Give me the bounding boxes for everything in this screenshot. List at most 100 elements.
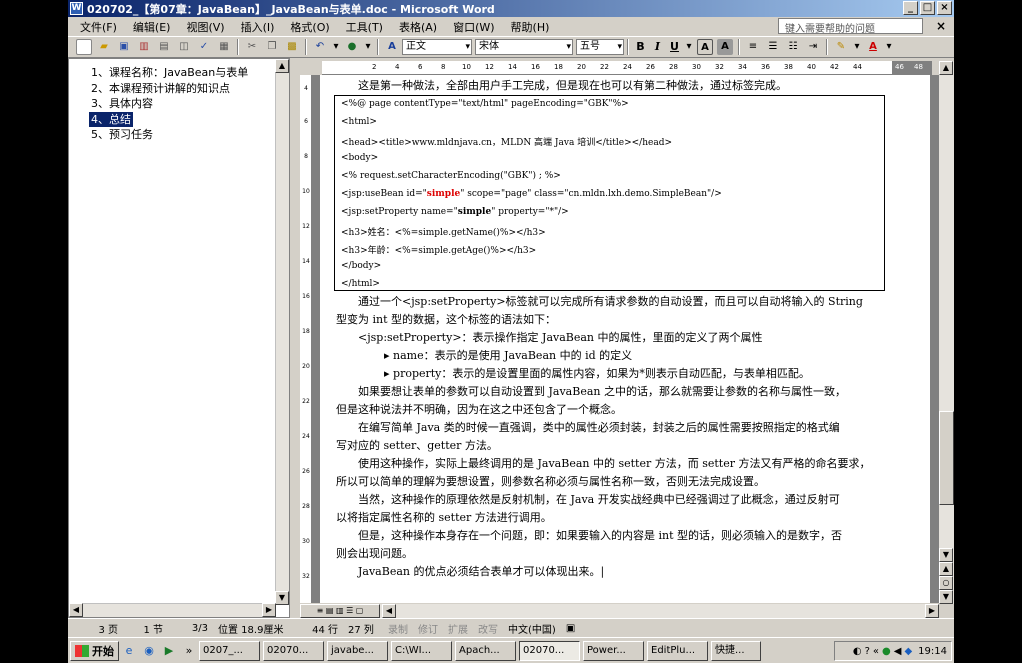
- print-icon[interactable]: ▤: [156, 39, 172, 55]
- vertical-ruler[interactable]: 4 6 8 10 12 14 16 18 20 22 24 26 28 30 3…: [300, 75, 312, 603]
- nav-item-summary[interactable]: 4、总结: [89, 111, 133, 127]
- nav-item-knowledge-points[interactable]: 2、本课程预计讲解的知识点: [89, 82, 230, 95]
- style-select[interactable]: 正文: [402, 39, 472, 55]
- underline-dropdown-icon[interactable]: ▾: [685, 39, 693, 55]
- font-color-dropdown-icon[interactable]: ▾: [885, 39, 893, 55]
- browse-object-icon[interactable]: ○: [939, 576, 953, 590]
- tray-network-icon[interactable]: ◐: [853, 646, 862, 657]
- font-select[interactable]: 宋体: [475, 39, 573, 55]
- menu-table[interactable]: 表格(A): [391, 19, 445, 35]
- task-button[interactable]: Apach...: [455, 640, 516, 661]
- menu-format[interactable]: 格式(O): [282, 19, 337, 35]
- document-page[interactable]: 这是第一种做法，全部由用户手工完成，但是现在也可以有第二种做法，通过标签完成。 …: [320, 75, 930, 603]
- styles-icon[interactable]: A: [384, 39, 400, 55]
- tray-shield-icon[interactable]: ◆: [904, 646, 912, 657]
- start-button[interactable]: 开始: [70, 640, 119, 661]
- scroll-thumb[interactable]: [939, 411, 954, 505]
- status-record[interactable]: 录制: [383, 621, 413, 636]
- font-color-icon[interactable]: A: [865, 39, 881, 55]
- menu-insert[interactable]: 插入(I): [233, 19, 283, 35]
- document-horizontal-scrollbar[interactable]: ≡ ▤ ▥ ☰ ▢ ◀ ▶: [300, 604, 939, 618]
- open-folder-icon[interactable]: ▰: [96, 39, 112, 55]
- word-app-icon[interactable]: W: [70, 2, 83, 15]
- task-button[interactable]: javabe...: [327, 640, 388, 661]
- more-quicklaunch-icon[interactable]: »: [181, 643, 197, 659]
- menu-tools[interactable]: 工具(T): [338, 19, 391, 35]
- copy-icon[interactable]: ❐: [264, 39, 280, 55]
- close-button[interactable]: ×: [937, 1, 952, 15]
- task-button[interactable]: 02070...: [263, 640, 324, 661]
- menu-edit[interactable]: 编辑(E): [125, 19, 179, 35]
- cut-icon[interactable]: ✂: [244, 39, 260, 55]
- tray-help-icon[interactable]: ?: [865, 646, 870, 657]
- undo-dropdown-icon[interactable]: ▾: [332, 39, 340, 55]
- spelling-status-icon[interactable]: ▣: [561, 623, 580, 634]
- indent-icon[interactable]: ⇥: [805, 39, 821, 55]
- menu-file[interactable]: 文件(F): [72, 19, 125, 35]
- scroll-down-icon[interactable]: ▼: [275, 591, 289, 605]
- highlight-icon[interactable]: ✎: [833, 39, 849, 55]
- maximize-button[interactable]: □: [920, 1, 935, 15]
- task-button-active[interactable]: 02070...: [519, 640, 580, 661]
- status-extend[interactable]: 扩展: [443, 621, 473, 636]
- nav-horizontal-scrollbar[interactable]: ◀ ▶: [69, 603, 276, 617]
- nav-item-content[interactable]: 3、具体内容: [89, 97, 153, 110]
- scroll-left-icon[interactable]: ◀: [382, 604, 396, 618]
- nav-item-preview-task[interactable]: 5、预习任务: [89, 128, 153, 141]
- menu-help[interactable]: 帮助(H): [503, 19, 558, 35]
- bold-button[interactable]: B: [633, 39, 648, 55]
- italic-button[interactable]: I: [650, 39, 665, 55]
- hyperlink-icon[interactable]: ●: [344, 39, 360, 55]
- windows-logo-icon: [75, 644, 89, 657]
- status-overtype[interactable]: 改写: [473, 621, 503, 636]
- previous-page-icon[interactable]: ▲: [939, 562, 953, 576]
- task-button[interactable]: C:\WI...: [391, 640, 452, 661]
- scroll-down-icon[interactable]: ▼: [939, 548, 953, 562]
- numbering-icon[interactable]: ☰: [765, 39, 781, 55]
- scroll-left-icon[interactable]: ◀: [69, 603, 83, 617]
- task-button[interactable]: 快捷...: [711, 640, 761, 661]
- task-button[interactable]: Power...: [583, 640, 644, 661]
- save-icon[interactable]: ▣: [116, 39, 132, 55]
- underline-button[interactable]: U: [667, 39, 682, 55]
- tray-volume-icon[interactable]: ◀: [894, 646, 902, 657]
- char-border-icon[interactable]: A: [697, 39, 713, 55]
- pane-splitter[interactable]: [290, 58, 300, 618]
- research-icon[interactable]: ▦: [216, 39, 232, 55]
- document-vertical-scrollbar[interactable]: ▲ ▼ ▲ ○ ▼: [939, 61, 954, 604]
- align-justify-icon[interactable]: ≡: [745, 39, 761, 55]
- task-button[interactable]: 0207_...: [199, 640, 260, 661]
- tray-expand-icon[interactable]: «: [873, 646, 879, 657]
- outlook-icon[interactable]: ◉: [141, 643, 157, 659]
- menu-window[interactable]: 窗口(W): [445, 19, 502, 35]
- font-size-select[interactable]: 五号: [576, 39, 624, 55]
- status-track-changes[interactable]: 修订: [413, 621, 443, 636]
- task-button[interactable]: EditPlu...: [647, 640, 708, 661]
- scroll-up-icon[interactable]: ▲: [275, 59, 289, 73]
- spelling-icon[interactable]: ✓: [196, 39, 212, 55]
- print-preview-icon[interactable]: ◫: [176, 39, 192, 55]
- paste-icon[interactable]: ▩: [284, 39, 300, 55]
- menu-view[interactable]: 视图(V): [178, 19, 232, 35]
- view-buttons-icon[interactable]: ≡ ▤ ▥ ☰ ▢: [300, 604, 380, 618]
- horizontal-ruler[interactable]: 2 4 6 8 10 12 14 16 18 20 22 24 26 28 30…: [322, 61, 932, 75]
- zoom-dropdown-icon[interactable]: ▾: [364, 39, 372, 55]
- highlight-dropdown-icon[interactable]: ▾: [853, 39, 861, 55]
- scroll-right-icon[interactable]: ▶: [925, 604, 939, 618]
- char-shading-icon[interactable]: A: [717, 39, 733, 55]
- new-document-icon[interactable]: [76, 39, 92, 55]
- help-search-input[interactable]: 键入需要帮助的问题: [778, 18, 923, 34]
- ie-icon[interactable]: e: [121, 643, 137, 659]
- nav-vertical-scrollbar[interactable]: ▲ ▼: [275, 59, 289, 605]
- permission-icon[interactable]: ▥: [136, 39, 152, 55]
- tray-antivirus-icon[interactable]: ●: [882, 646, 891, 657]
- scroll-right-icon[interactable]: ▶: [262, 603, 276, 617]
- minimize-button[interactable]: _: [903, 1, 918, 15]
- scroll-up-icon[interactable]: ▲: [939, 61, 953, 75]
- document-close-icon[interactable]: ×: [936, 19, 946, 33]
- undo-icon[interactable]: ↶: [312, 39, 328, 55]
- nav-item-course-name[interactable]: 1、课程名称：JavaBean与表单: [89, 66, 248, 79]
- bullets-icon[interactable]: ☷: [785, 39, 801, 55]
- media-player-icon[interactable]: ▶: [161, 643, 177, 659]
- next-page-icon[interactable]: ▼: [939, 590, 953, 604]
